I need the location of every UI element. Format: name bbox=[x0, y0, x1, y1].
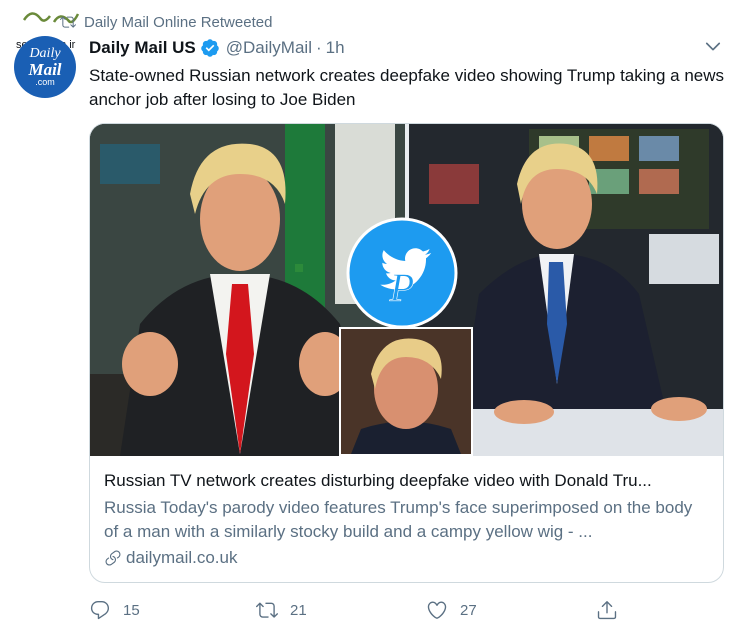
like-button[interactable]: 27 bbox=[426, 598, 477, 622]
user-handle[interactable]: @DailyMail bbox=[226, 38, 312, 58]
reply-icon bbox=[90, 601, 110, 620]
reply-count: 15 bbox=[123, 601, 140, 619]
svg-text:P: P bbox=[389, 265, 414, 310]
reply-button[interactable]: 15 bbox=[89, 598, 140, 622]
avatar-line3: .com bbox=[35, 77, 55, 87]
link-icon bbox=[105, 550, 121, 566]
card-body[interactable]: Russian TV network creates disturbing de… bbox=[90, 456, 723, 570]
card-image[interactable]: P bbox=[90, 124, 723, 456]
more-options-button[interactable] bbox=[703, 36, 723, 56]
card-domain[interactable]: dailymail.co.uk bbox=[104, 546, 711, 570]
twitter-bird-icon: P bbox=[346, 217, 458, 329]
card-description: Russia Today's parody video features Tru… bbox=[104, 498, 693, 541]
retweet-button[interactable]: 21 bbox=[256, 598, 307, 622]
tweet-actions: 15 21 27 bbox=[89, 598, 729, 622]
avatar-line1: Daily bbox=[29, 46, 61, 61]
tweet-header: Daily Mail US @DailyMail · 1h bbox=[89, 38, 345, 58]
tweet-text: State-owned Russian network creates deep… bbox=[89, 66, 725, 109]
avatar[interactable]: Daily Mail .com bbox=[14, 36, 76, 98]
card-domain-text: dailymail.co.uk bbox=[126, 548, 238, 567]
like-count: 27 bbox=[460, 601, 477, 619]
retweet-label: Daily Mail Online Retweeted bbox=[84, 13, 273, 31]
inset-portrait bbox=[339, 327, 473, 456]
share-button[interactable] bbox=[596, 598, 618, 622]
retweet-icon bbox=[60, 16, 76, 28]
display-name[interactable]: Daily Mail US bbox=[89, 38, 196, 58]
verified-icon bbox=[200, 38, 220, 58]
like-icon bbox=[427, 601, 447, 619]
avatar-line2: Mail bbox=[28, 60, 62, 79]
separator-dot: · bbox=[315, 38, 322, 57]
chevron-down-icon bbox=[705, 42, 721, 51]
retweet-icon bbox=[256, 602, 278, 618]
share-icon bbox=[597, 601, 617, 620]
card-title[interactable]: Russian TV network creates disturbing de… bbox=[104, 470, 711, 492]
retweet-context[interactable]: Daily Mail Online Retweeted bbox=[60, 12, 272, 32]
retweet-count: 21 bbox=[290, 601, 307, 619]
link-card[interactable]: P Russian TV network creates disturbing … bbox=[89, 123, 724, 583]
tweet-timestamp[interactable]: 1h bbox=[326, 38, 345, 58]
